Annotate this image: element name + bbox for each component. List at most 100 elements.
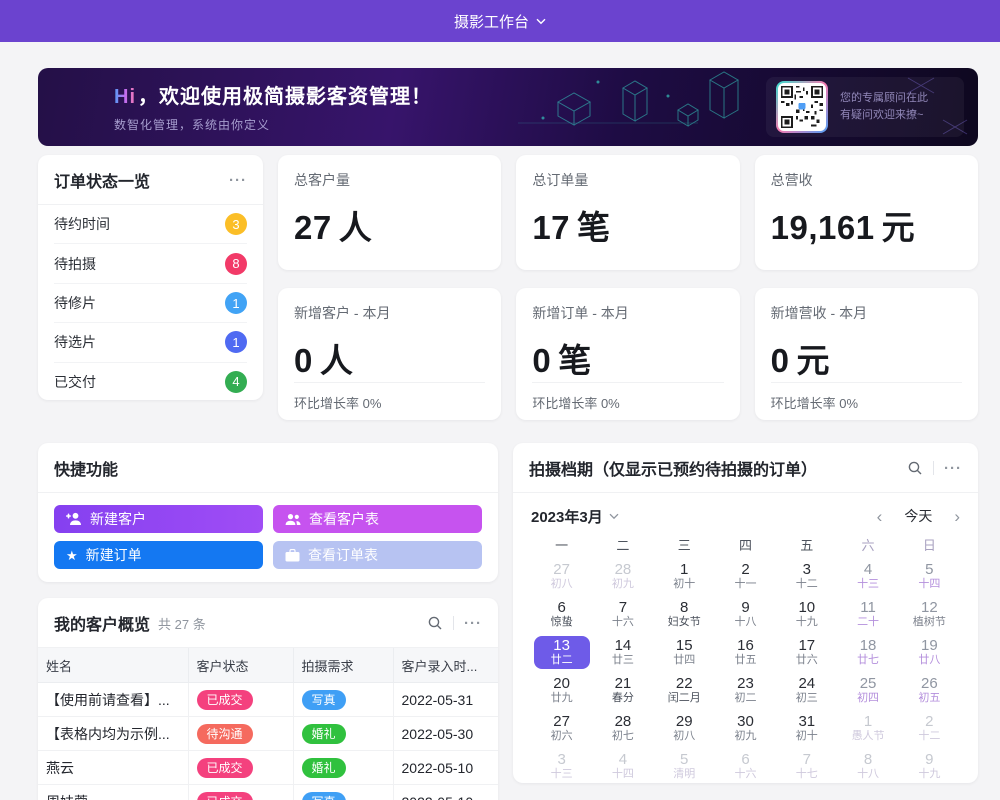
star-icon: ★ xyxy=(66,549,78,562)
calendar-day[interactable]: 4 十三 xyxy=(837,557,898,595)
day-lunar: 初四 xyxy=(840,692,896,705)
schedule-header: 拍摄档期（仅显示已预约待拍摄的订单） ··· xyxy=(513,443,978,493)
calendar-day[interactable]: 28 初九 xyxy=(592,557,653,595)
calendar-day[interactable]: 20 廿九 xyxy=(531,671,592,709)
calendar-day[interactable]: 10 十九 xyxy=(776,595,837,633)
prev-month-icon[interactable]: ‹ xyxy=(877,508,883,525)
day-lunar: 初六 xyxy=(534,730,590,743)
day-number: 20 xyxy=(534,675,590,692)
calendar-day[interactable]: 27 初八 xyxy=(531,557,592,595)
stat-number: 19,161 xyxy=(771,209,875,246)
column-header: 客户状态 xyxy=(188,648,293,683)
day-lunar: 廿四 xyxy=(656,654,712,667)
calendar-day[interactable]: 25 初四 xyxy=(837,671,898,709)
view-order-table-label: 查看订单表 xyxy=(308,545,378,565)
column-header: 拍摄需求 xyxy=(293,648,393,683)
calendar-day[interactable]: 31 初十 xyxy=(776,709,837,747)
day-lunar: 十八 xyxy=(717,616,773,629)
table-row[interactable]: 【表格内均为示例... 待沟通 婚礼 2022-05-30 xyxy=(38,717,498,751)
table-row[interactable]: 【使用前请查看】... 已成交 写真 2022-05-31 xyxy=(38,683,498,717)
calendar-day[interactable]: 30 初九 xyxy=(715,709,776,747)
calendar-day-inner: 4 十四 xyxy=(595,750,651,783)
calendar-day[interactable]: 8 妇女节 xyxy=(654,595,715,633)
calendar-day[interactable]: 24 初三 xyxy=(776,671,837,709)
day-number: 2 xyxy=(717,561,773,578)
calendar-day[interactable]: 27 初六 xyxy=(531,709,592,747)
calendar-day-inner: 12 植树节 xyxy=(901,598,957,631)
month-selector[interactable]: 2023年3月 xyxy=(531,506,619,527)
today-button[interactable]: 今天 xyxy=(904,506,932,526)
calendar-day[interactable]: 3 十三 xyxy=(531,747,592,783)
calendar-day[interactable]: 21 春分 xyxy=(592,671,653,709)
calendar-day[interactable]: 4 十四 xyxy=(592,747,653,783)
search-icon[interactable] xyxy=(427,615,443,631)
calendar-day[interactable]: 2 十一 xyxy=(715,557,776,595)
more-icon[interactable]: ··· xyxy=(944,461,962,476)
app-title: 摄影工作台 xyxy=(454,11,529,32)
stat-growth: 环比增长率 0% xyxy=(294,383,485,412)
order-status-item[interactable]: 待约时间 3 xyxy=(54,205,247,244)
next-month-icon[interactable]: › xyxy=(954,508,960,525)
new-customer-button[interactable]: 新建客户 xyxy=(54,505,263,533)
calendar-day-inner: 8 妇女节 xyxy=(656,598,712,631)
calendar-day[interactable]: 1 初十 xyxy=(654,557,715,595)
search-icon[interactable] xyxy=(907,460,923,476)
calendar-day[interactable]: 22 闰二月 xyxy=(654,671,715,709)
view-customer-table-button[interactable]: 查看客户表 xyxy=(273,505,482,533)
more-icon[interactable]: ··· xyxy=(464,616,482,631)
calendar-day[interactable]: 29 初八 xyxy=(654,709,715,747)
briefcase-icon xyxy=(285,549,300,562)
order-status-item[interactable]: 待拍摄 8 xyxy=(54,244,247,283)
calendar-day[interactable]: 8 十八 xyxy=(837,747,898,783)
day-number: 27 xyxy=(534,561,590,578)
order-status-item[interactable]: 待选片 1 xyxy=(54,323,247,362)
view-order-table-button[interactable]: 查看订单表 xyxy=(273,541,482,569)
calendar-day[interactable]: 14 廿三 xyxy=(592,633,653,671)
day-number: 1 xyxy=(840,713,896,730)
calendar-day[interactable]: 23 初二 xyxy=(715,671,776,709)
stat-value: 0人 xyxy=(294,334,485,382)
calendar-day[interactable]: 28 初七 xyxy=(592,709,653,747)
calendar-day[interactable]: 5 十四 xyxy=(899,557,960,595)
calendar-day[interactable]: 6 惊蛰 xyxy=(531,595,592,633)
calendar-day[interactable]: 9 十九 xyxy=(899,747,960,783)
calendar-day[interactable]: 19 廿八 xyxy=(899,633,960,671)
day-number: 8 xyxy=(656,599,712,616)
calendar-day[interactable]: 26 初五 xyxy=(899,671,960,709)
calendar-day[interactable]: 1 愚人节 xyxy=(837,709,898,747)
need-badge: 婚礼 xyxy=(302,724,346,744)
need-badge: 婚礼 xyxy=(302,758,346,778)
calendar-day[interactable]: 18 廿七 xyxy=(837,633,898,671)
calendar-day[interactable]: 17 廿六 xyxy=(776,633,837,671)
table-row[interactable]: 周妹蓉 已成交 写真 2022-05-10 xyxy=(38,785,498,800)
calendar-day[interactable]: 6 十六 xyxy=(715,747,776,783)
calendar-day[interactable]: 5 清明 xyxy=(654,747,715,783)
consultant-qr-panel: 您的专属顾问在此 有疑问欢迎来撩~ xyxy=(766,77,964,137)
day-lunar: 十四 xyxy=(595,768,651,781)
calendar-day[interactable]: 3 十二 xyxy=(776,557,837,595)
day-lunar: 愚人节 xyxy=(840,730,896,743)
table-row[interactable]: 燕云 已成交 婚礼 2022-05-10 xyxy=(38,751,498,785)
calendar-day[interactable]: 2 十二 xyxy=(899,709,960,747)
stat-label: 新增订单 - 本月 xyxy=(532,303,723,323)
order-status-item[interactable]: 待修片 1 xyxy=(54,284,247,323)
day-number: 1 xyxy=(656,561,712,578)
workspace-switcher[interactable]: 摄影工作台 xyxy=(454,11,546,32)
day-number: 3 xyxy=(534,751,590,768)
calendar-day[interactable]: 12 植树节 xyxy=(899,595,960,633)
more-icon[interactable]: ··· xyxy=(229,173,247,188)
new-order-button[interactable]: ★ 新建订单 xyxy=(54,541,263,569)
day-number: 17 xyxy=(779,637,835,654)
calendar-day[interactable]: 13 廿二 xyxy=(531,633,592,671)
calendar-day[interactable]: 7 十六 xyxy=(592,595,653,633)
qr-caption: 您的专属顾问在此 有疑问欢迎来撩~ xyxy=(840,90,928,124)
calendar-day[interactable]: 7 十七 xyxy=(776,747,837,783)
customer-name-cell: 【使用前请查看】... xyxy=(38,683,188,717)
order-status-item[interactable]: 已交付 4 xyxy=(54,363,247,401)
calendar-day[interactable]: 15 廿四 xyxy=(654,633,715,671)
calendar-day[interactable]: 9 十八 xyxy=(715,595,776,633)
calendar-day[interactable]: 11 二十 xyxy=(837,595,898,633)
day-number: 25 xyxy=(840,675,896,692)
qr-caption-line2: 有疑问欢迎来撩~ xyxy=(840,107,928,124)
calendar-day[interactable]: 16 廿五 xyxy=(715,633,776,671)
